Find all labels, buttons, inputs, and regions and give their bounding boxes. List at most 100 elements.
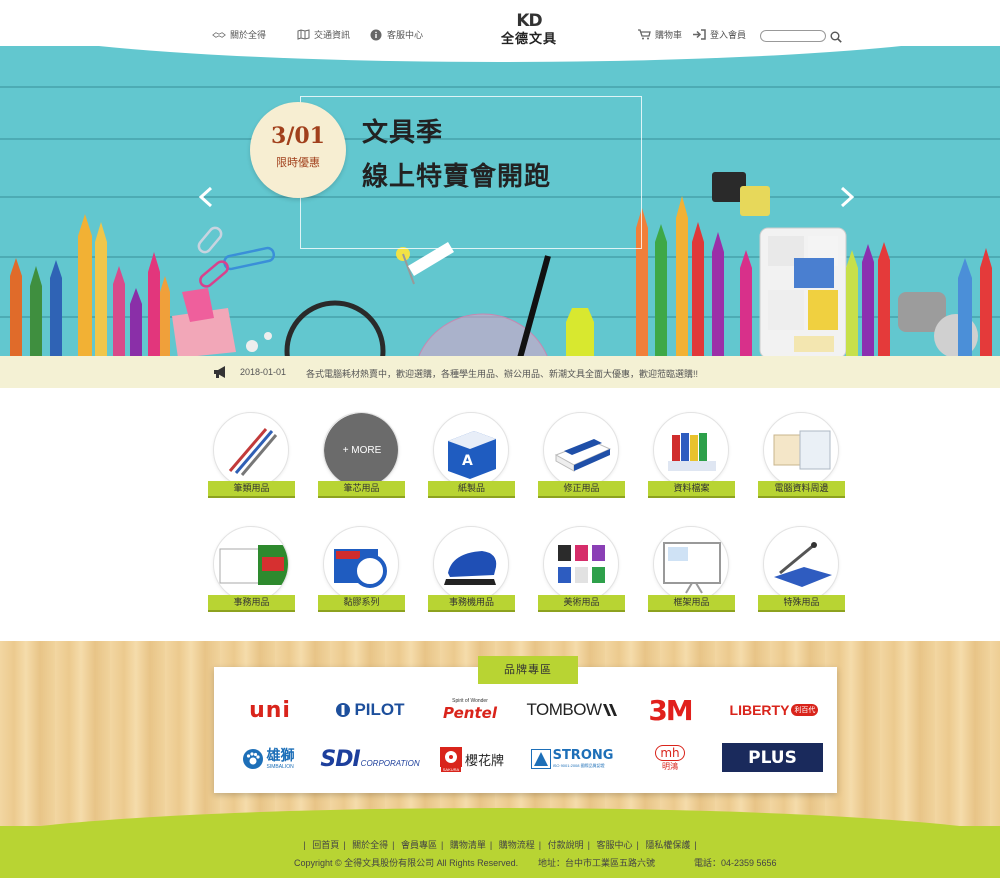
site-footer	[0, 808, 1000, 878]
brand-simbalion[interactable]: 雄獅 SIMBALION	[226, 740, 310, 778]
tape-icon	[334, 549, 387, 588]
category-image[interactable]	[653, 526, 729, 602]
footer-copyright: Copyright © 全得文具股份有限公司 All Rights Reserv…	[294, 858, 519, 868]
search-icon[interactable]	[830, 30, 842, 43]
brand-pentel-logo: Pentel	[443, 704, 497, 722]
brand-liberty[interactable]: LIBERTY 利百代	[720, 692, 828, 728]
brand-mh[interactable]: mh 明鴻	[646, 738, 694, 778]
carousel-next-icon[interactable]	[838, 186, 856, 208]
brand-uni-logo: uni	[249, 697, 291, 723]
category-refills[interactable]: + MORE 筆芯用品	[318, 412, 406, 500]
brand-strong-logo: STRONG	[552, 748, 614, 763]
footer-link-privacy[interactable]: 隱私權保護	[643, 840, 692, 850]
nav-service[interactable]: 客服中心	[369, 28, 423, 41]
category-label[interactable]: 特殊用品	[758, 595, 845, 610]
footer-link-cart[interactable]: 購物清單	[448, 840, 488, 850]
footer-link-member[interactable]: 會員專區	[399, 840, 439, 850]
stapler-icon	[444, 551, 497, 585]
category-image[interactable]	[213, 412, 289, 488]
paw-icon	[242, 749, 263, 769]
carousel-prev-icon[interactable]	[197, 186, 215, 208]
brand-tombow[interactable]: TOMBOW	[522, 692, 622, 728]
category-label[interactable]: 修正用品	[538, 481, 625, 496]
category-image[interactable]	[653, 412, 729, 488]
category-label[interactable]: 筆類用品	[208, 481, 295, 496]
megaphone-icon	[213, 365, 229, 379]
nav-login[interactable]: 登入會員	[692, 28, 746, 41]
brand-strong[interactable]: STRONG ISO 9001:2008 國際品質認證	[522, 740, 622, 778]
category-label[interactable]: 資料檔案	[648, 481, 735, 496]
nav-about[interactable]: 關於全得	[212, 28, 266, 41]
site-logo[interactable]: KD 全德文具	[497, 12, 561, 48]
brand-plus[interactable]: PLUS	[722, 743, 823, 772]
paper-ream-icon: A	[448, 431, 496, 479]
category-image[interactable]: A	[433, 412, 509, 488]
nav-cart[interactable]: 購物車	[637, 28, 682, 41]
category-label[interactable]: 框架用品	[648, 595, 735, 610]
category-image[interactable]	[763, 412, 839, 488]
brand-strong-sub: ISO 9001:2008 國際品質認證	[552, 763, 605, 768]
brand-sakura-logo: 櫻花牌	[464, 753, 504, 769]
category-label[interactable]: 黏膠系列	[318, 595, 405, 610]
more-overlay[interactable]: + MORE	[324, 413, 398, 487]
brand-section-title: 品牌專區	[478, 656, 578, 684]
login-icon	[692, 29, 706, 41]
hero-banner: 3/01 限時優惠 文具季 線上特賣會開跑	[0, 46, 1000, 358]
footer-link-service[interactable]: 客服中心	[594, 840, 634, 850]
footer-address: 地址：台中市工業區五路六號	[538, 858, 656, 868]
brand-3m[interactable]: 3M	[634, 690, 706, 730]
pens-icon	[228, 428, 278, 476]
news-bar: 2018-01-01 各式電腦耗材熱賣中，歡迎選購，各種學生用品、辦公用品、新潮…	[0, 356, 1000, 388]
logo-mark: KD	[516, 11, 542, 31]
brand-pilot-logo: PILOT	[354, 700, 405, 719]
brand-3m-logo: 3M	[648, 693, 693, 727]
category-correction[interactable]: 修正用品	[538, 412, 626, 500]
footer-link-process[interactable]: 購物流程	[497, 840, 537, 850]
category-label[interactable]: 事務機用品	[428, 595, 515, 610]
category-label[interactable]: 事務用品	[208, 595, 295, 610]
brand-tombow-logo: TOMBOW	[526, 700, 602, 719]
category-art[interactable]: 美術用品	[538, 526, 626, 614]
category-image[interactable]	[763, 526, 839, 602]
category-computer-supplies[interactable]: 電腦資料周邊	[758, 412, 846, 500]
footer-link-payment[interactable]: 付款說明	[546, 840, 586, 850]
search-input[interactable]	[760, 30, 826, 42]
brand-sdi[interactable]: SDI CORPORATION	[320, 740, 419, 778]
category-image[interactable]	[543, 526, 619, 602]
computer-paper-icon	[773, 430, 831, 470]
news-text[interactable]: 各式電腦耗材熱賣中，歡迎選購，各種學生用品、辦公用品、新潮文具全面大優惠，歡迎蒞…	[306, 367, 698, 380]
category-pens[interactable]: 筆類用品	[208, 412, 296, 500]
category-special[interactable]: 特殊用品	[758, 526, 846, 614]
category-label[interactable]: 筆芯用品	[318, 481, 405, 496]
category-label[interactable]: 電腦資料周邊	[758, 481, 845, 496]
hero-date-badge: 3/01 限時優惠	[250, 102, 346, 198]
category-office-machines[interactable]: 事務機用品	[428, 526, 516, 614]
category-image[interactable]	[433, 526, 509, 602]
category-frames[interactable]: 框架用品	[648, 526, 736, 614]
footer-tel: 電話：04-2359 5656	[694, 858, 777, 868]
brand-pentel[interactable]: Spirit of Wonder Pentel	[428, 690, 512, 730]
brand-sakura-sub: SAKURA	[440, 766, 462, 772]
category-office[interactable]: 事務用品	[208, 526, 296, 614]
category-paper[interactable]: A 紙製品	[428, 412, 516, 500]
category-image[interactable]: + MORE	[323, 412, 399, 488]
nav-service-label: 客服中心	[387, 30, 424, 40]
office-supplies-icon	[219, 545, 288, 585]
category-label[interactable]: 紙製品	[428, 481, 515, 496]
footer-link-home[interactable]: 回首頁	[310, 840, 341, 850]
nav-traffic-label: 交通資訊	[314, 30, 351, 40]
category-files[interactable]: 資料檔案	[648, 412, 736, 500]
brand-uni[interactable]: uni	[226, 692, 314, 728]
news-date: 2018-01-01	[240, 367, 287, 377]
category-image[interactable]	[543, 412, 619, 488]
brand-pilot[interactable]: PILOT	[322, 692, 418, 728]
hero-headline-2: 線上特賣會開跑	[362, 162, 552, 192]
nav-traffic[interactable]: 交通資訊	[296, 28, 350, 41]
category-image[interactable]	[213, 526, 289, 602]
brand-sakura[interactable]: SAKURA 櫻花牌	[432, 740, 512, 778]
category-adhesives[interactable]: 黏膠系列	[318, 526, 406, 614]
category-image[interactable]	[323, 526, 399, 602]
category-label[interactable]: 美術用品	[538, 595, 625, 610]
footer-link-about[interactable]: 關於全得	[350, 840, 390, 850]
eraser-icon	[554, 439, 612, 472]
